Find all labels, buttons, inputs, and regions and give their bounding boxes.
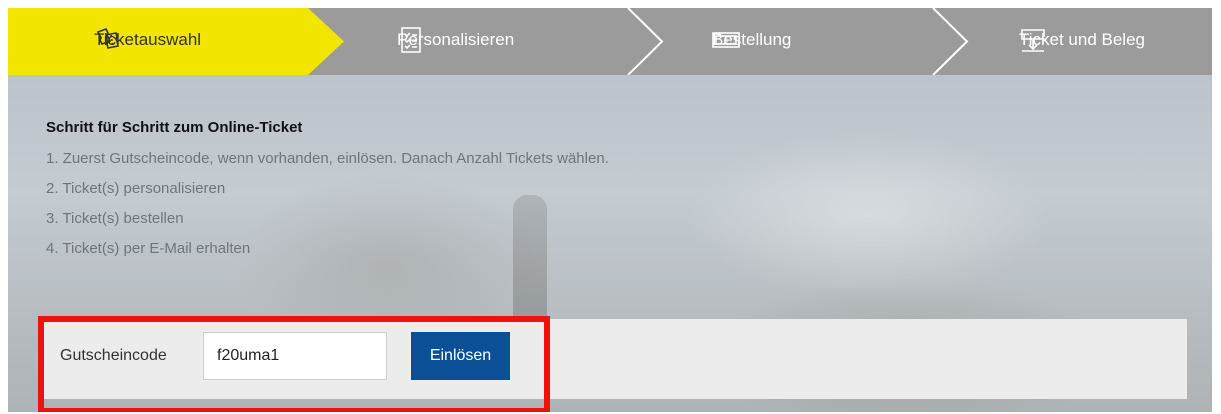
- step-bestellung[interactable]: Bestellung $: [712, 26, 791, 54]
- cut-off-header: [0, 0, 1221, 8]
- step-personalisieren[interactable]: Personalisieren: [397, 26, 514, 54]
- step-ticket-und-beleg[interactable]: Ticket und Beleg: [1019, 26, 1145, 54]
- highlight-box: [38, 316, 550, 412]
- tickets-icon: [96, 27, 119, 49]
- money-icon: $: [712, 32, 740, 48]
- steps-list: 1. Zuerst Gutscheincode, wenn vorhanden,…: [46, 150, 609, 270]
- steps-list-item: 4. Ticket(s) per E-Mail erhalten: [46, 240, 251, 257]
- checklist-icon: [401, 27, 421, 53]
- steps-list-item: 2. Ticket(s) personalisieren: [46, 180, 226, 197]
- step-ticketauswahl[interactable]: Ticketauswahl: [94, 26, 201, 54]
- info-title: Schritt für Schritt zum Online-Ticket: [46, 119, 303, 136]
- checkout-stepper: Ticketauswahl Personalisieren Bestellung…: [8, 8, 1212, 75]
- steps-list-item: 3. Ticket(s) bestellen: [46, 210, 184, 227]
- svg-text:$: $: [724, 37, 728, 45]
- ticket-shop-frame: Ticketauswahl Personalisieren Bestellung…: [8, 8, 1212, 412]
- steps-list-item: 1. Zuerst Gutscheincode, wenn vorhanden,…: [46, 150, 609, 167]
- ticket-download-icon: [1021, 29, 1047, 52]
